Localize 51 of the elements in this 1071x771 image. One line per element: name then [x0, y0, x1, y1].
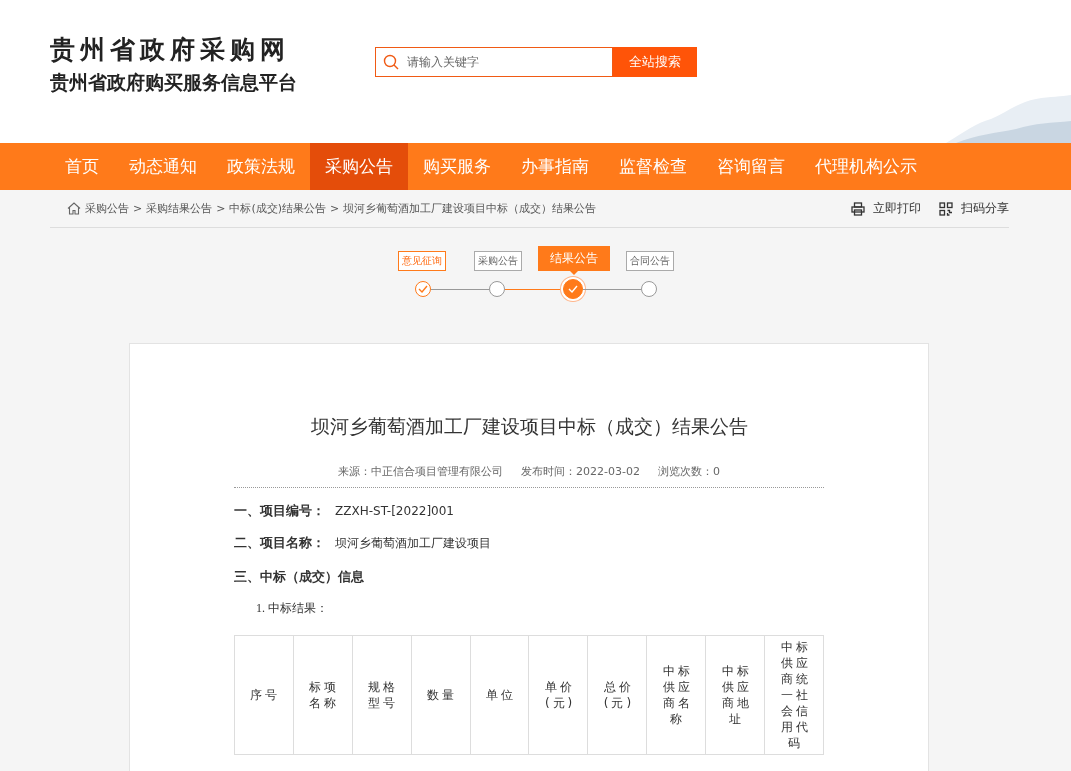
breadcrumb-separator: >	[330, 202, 340, 215]
table-header: 规格型号	[352, 635, 412, 755]
table-header: 标项名称	[293, 635, 353, 755]
nav-item[interactable]: 办事指南	[506, 143, 604, 190]
printer-icon	[851, 201, 865, 216]
breadcrumb-link[interactable]: 采购结果公告	[146, 201, 213, 216]
search-icon	[383, 54, 399, 70]
nav-item[interactable]: 首页	[50, 143, 114, 190]
site-subtitle: 贵州省政府购买服务信息平台	[50, 70, 297, 95]
nav-item[interactable]: 购买服务	[408, 143, 506, 190]
home-icon[interactable]	[67, 202, 81, 215]
table-header: 中标供应商地址	[705, 635, 765, 755]
search-field[interactable]: 请输入关键字	[375, 47, 613, 77]
step-label: 意见征询	[397, 251, 446, 271]
breadcrumb-link[interactable]: 中标(成交)结果公告	[229, 201, 327, 216]
breadcrumb-separator: >	[133, 202, 143, 215]
breadcrumb-link[interactable]: 坝河乡葡萄酒加工厂建设项目中标（成交）结果公告	[343, 201, 597, 216]
table-header: 数量	[411, 635, 471, 755]
check-icon	[417, 285, 428, 293]
field-label: 一、项目编号：	[234, 502, 325, 520]
table-header: 单位	[470, 635, 529, 755]
nav-item[interactable]: 监督检查	[604, 143, 702, 190]
nav-item[interactable]: 政策法规	[212, 143, 310, 190]
field-value: ZZXH-ST-[2022]001	[335, 504, 454, 518]
nav-item[interactable]: 动态通知	[114, 143, 212, 190]
qr-code-icon	[939, 201, 953, 216]
nav-item[interactable]: 代理机构公示	[800, 143, 932, 190]
field-value: 坝河乡葡萄酒加工厂建设项目	[335, 535, 491, 552]
step-label: 合同公告	[625, 251, 674, 271]
check-icon	[567, 285, 578, 293]
step-label: 采购公告	[473, 251, 522, 271]
table-header: 中标供应商统一社会信用代码	[764, 635, 824, 755]
table-header: 序号	[234, 635, 294, 755]
nav-item[interactable]: 采购公告	[310, 143, 408, 190]
table-header: 单价(元)	[528, 635, 588, 755]
article-meta: 发布时间：2022-03-02	[521, 464, 640, 479]
nav-item[interactable]: 咨询留言	[702, 143, 800, 190]
breadcrumb-link[interactable]: 采购公告	[85, 201, 129, 216]
field-label: 二、项目名称：	[234, 534, 325, 552]
table-header: 总价(元)	[587, 635, 647, 755]
article-meta: 来源：中正信合项目管理有限公司	[338, 464, 504, 479]
breadcrumb-separator: >	[216, 202, 226, 215]
print-link[interactable]: 立即打印	[873, 200, 921, 217]
article-title: 坝河乡葡萄酒加工厂建设项目中标（成交）结果公告	[309, 414, 749, 439]
section-heading: 三、中标（成交）信息	[234, 568, 365, 586]
table-header: 中标供应商名称	[646, 635, 706, 755]
share-link[interactable]: 扫码分享	[961, 200, 1009, 217]
search-button[interactable]: 全站搜索	[613, 47, 697, 77]
subsection-heading: 1. 中标结果：	[256, 600, 329, 617]
site-title: 贵州省政府采购网	[50, 34, 291, 66]
article-meta: 浏览次数：0	[657, 464, 720, 479]
